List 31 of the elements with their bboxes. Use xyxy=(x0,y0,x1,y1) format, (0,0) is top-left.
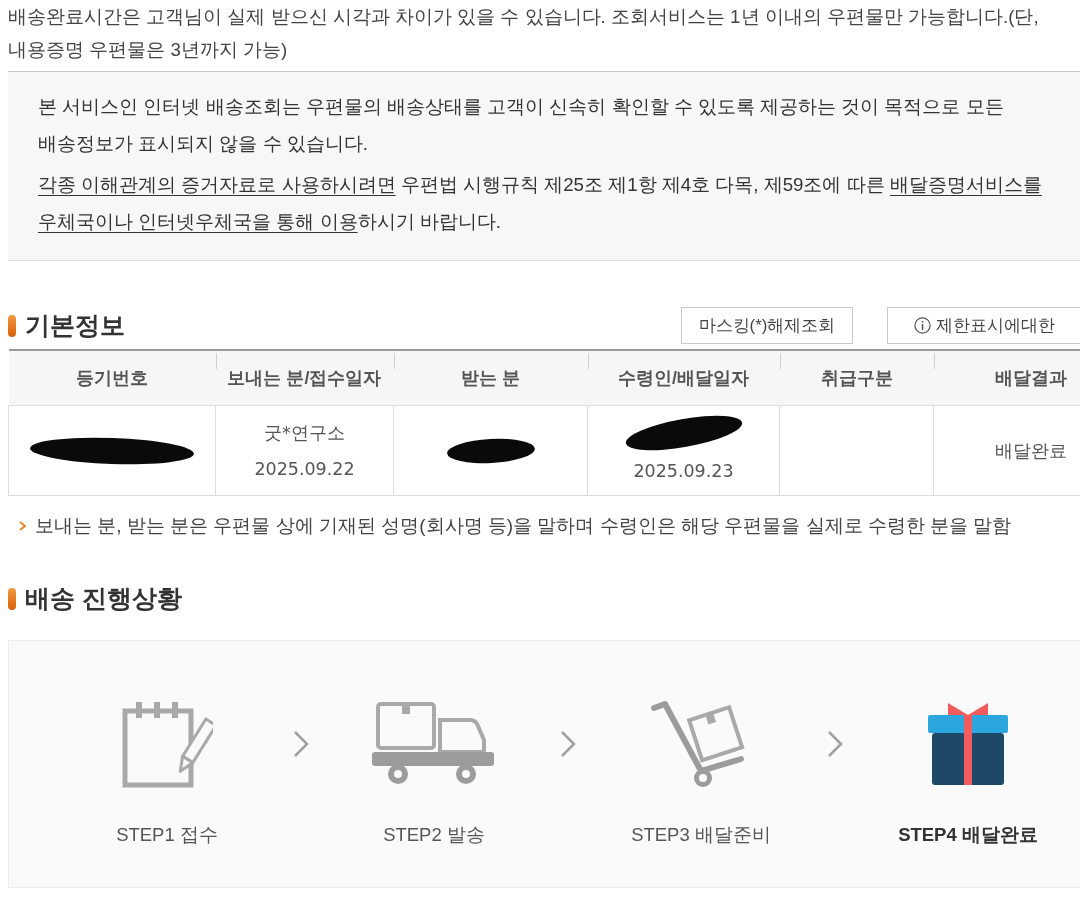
column-header: 보내는 분/접수일자 xyxy=(215,350,394,406)
step-label: STEP2 발송 xyxy=(383,823,485,847)
column-header: 배달결과 xyxy=(933,350,1080,406)
info-icon xyxy=(913,317,931,334)
bullet-icon xyxy=(8,314,16,337)
unmask-button[interactable]: 마스킹(*)해제조회 xyxy=(681,307,853,344)
column-header: 수령인/배달일자 xyxy=(587,350,780,406)
chevron-bullet-icon xyxy=(19,521,26,531)
gift-icon xyxy=(928,703,1008,785)
step-label: STEP4 배달완료 xyxy=(898,823,1038,847)
column-header: 등기번호 xyxy=(8,350,216,406)
table-cell-text: 굿*연구소 2025.09.22 xyxy=(254,421,355,481)
chevron-right-icon xyxy=(292,730,309,758)
step-label: STEP1 접수 xyxy=(116,823,218,847)
disclaimer-text: 각종 이해관계의 증거자료로 사용하시려면 우편법 시행규칙 제25조 제1항 제4호 다목, 제59조에 따른 배달증명서비스를 우체국이나 인터넷우체국을 통해 이용하시기 바랍니다. xyxy=(38,173,1043,234)
column-header: 취급구분 xyxy=(779,350,934,406)
step-label: STEP3 배달준비 xyxy=(631,823,771,847)
column-header: 받는 분 xyxy=(393,350,588,406)
bullet-icon xyxy=(8,587,16,610)
disclaimer-text: 본 서비스인 인터넷 배송조회는 우편물의 배송상태를 고객이 신속히 확인할 수 있도록 제공하는 것이 목적으로 모든 배송정보가 표시되지 않을 수 있습니다. xyxy=(38,95,1005,156)
notepad-icon xyxy=(121,699,213,789)
table-cell-text: 배달완료 xyxy=(995,439,1067,463)
truck-icon xyxy=(372,702,496,786)
chevron-right-icon xyxy=(826,730,843,758)
table-cell-text: 2025.09.23 xyxy=(633,459,734,483)
notice-text: 배송완료시간은 고객님이 실제 받으신 시각과 차이가 있을 수 있습니다. 조회서비스는 1년 이내의 우편물만 가능합니다.(단, 내용증명 우편물은 3년까지 가능) xyxy=(8,5,1040,62)
section-title: 기본정보 xyxy=(25,310,125,341)
chevron-right-icon xyxy=(559,730,576,758)
note-text: 보내는 분, 받는 분은 우편물 상에 기재된 성명(회사명 등)을 말하며 수령인은 해당 우편물을 실제로 수령한 분을 말함 xyxy=(35,514,1012,538)
restriction-info-button[interactable]: 제한표시에대한 xyxy=(887,307,1080,344)
section-title: 배송 진행상황 xyxy=(25,583,182,614)
